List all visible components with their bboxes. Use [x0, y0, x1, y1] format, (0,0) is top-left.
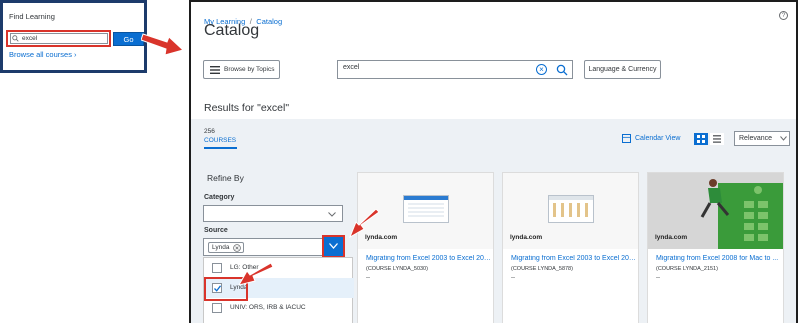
token-remove-icon[interactable] [233, 244, 242, 252]
search-icon [12, 35, 19, 42]
catalog-window: My Learning / Catalog ? Catalog Browse b… [189, 0, 798, 323]
course-title[interactable]: Migrating from Excel 2008 for Mac to ... [656, 255, 781, 262]
results-count: 256 [204, 128, 215, 135]
find-learning-panel: Find Learning excel Go Browse all course… [0, 0, 147, 73]
course-meta: -- [511, 275, 515, 281]
option-label: UNIV: ORS, IRB & IACUC [230, 304, 306, 311]
checkbox-icon[interactable] [212, 263, 222, 273]
sort-value: Relevance [739, 135, 773, 142]
screenshot-thumbnail [548, 195, 594, 223]
tab-courses[interactable]: COURSES [204, 137, 236, 144]
help-icon[interactable]: ? [779, 11, 788, 20]
source-label: Source [204, 227, 228, 234]
catalog-search-input[interactable]: excel × [337, 60, 573, 79]
browse-all-label: Browse all courses [9, 50, 72, 59]
calendar-view-button[interactable]: Calendar View [635, 135, 680, 142]
course-code: (COURSE LYNDA_5030) [366, 266, 428, 272]
search-icon[interactable] [556, 64, 568, 76]
course-card[interactable]: lynda.com Migrating from Excel 2003 to E… [502, 172, 639, 323]
course-meta: -- [366, 275, 370, 281]
results-title: Results for "excel" [204, 102, 290, 114]
source-token-label: Lynda [212, 244, 230, 251]
page-title: Catalog [204, 22, 260, 39]
chevron-right-icon: › [74, 50, 77, 59]
catalog-search-value: excel [343, 64, 360, 71]
language-currency-button[interactable]: Language & Currency [584, 60, 661, 79]
course-title[interactable]: Migrating from Excel 2003 to Excel 2010 [511, 255, 636, 262]
grid-icon [697, 135, 705, 143]
calendar-icon [622, 134, 631, 143]
screenshot-thumbnail [403, 195, 449, 223]
menu-icon [210, 66, 220, 74]
clear-icon[interactable]: × [536, 64, 547, 75]
course-card[interactable]: lynda.com Migrating from Excel 2003 to E… [357, 172, 494, 323]
category-select[interactable] [203, 205, 343, 222]
arrow-annotation [141, 33, 184, 56]
sort-select[interactable]: Relevance [734, 131, 790, 146]
find-search-highlight: excel [6, 30, 111, 47]
course-thumbnail: lynda.com [648, 173, 783, 249]
source-option-lg-other[interactable]: LG: Other [204, 258, 354, 278]
list-view-button[interactable] [710, 133, 724, 145]
lynda-logo: lynda.com [655, 234, 688, 241]
course-thumbnail: lynda.com [503, 173, 638, 249]
browse-by-topics-button[interactable]: Browse by Topics [203, 60, 280, 79]
category-label: Category [204, 194, 235, 201]
browse-topics-label: Browse by Topics [224, 66, 275, 73]
arrow-annotation [237, 263, 274, 286]
breadcrumb-catalog[interactable]: Catalog [256, 17, 282, 26]
course-code: (COURSE LYNDA_5878) [511, 266, 573, 272]
find-search-value: excel [22, 35, 38, 42]
course-card[interactable]: lynda.com Migrating from Excel 2008 for … [647, 172, 784, 323]
checkbox-icon[interactable] [212, 303, 222, 313]
course-meta: -- [656, 275, 660, 281]
chevron-down-icon [328, 212, 336, 217]
grid-view-button[interactable] [694, 133, 708, 145]
list-icon [713, 135, 721, 143]
source-option-univ-ors[interactable]: UNIV: ORS, IRB & IACUC [204, 298, 354, 318]
lynda-logo: lynda.com [510, 234, 543, 241]
source-token: Lynda [208, 242, 245, 253]
arrow-annotation [349, 209, 380, 239]
chevron-down-icon [329, 243, 338, 249]
tab-underline [204, 147, 237, 149]
source-dropdown-button[interactable] [322, 235, 345, 258]
refine-by-title: Refine By [207, 173, 244, 183]
browse-all-courses-link[interactable]: Browse all courses › [9, 50, 77, 59]
find-search-input[interactable]: excel [10, 33, 108, 44]
find-learning-title: Find Learning [9, 12, 55, 21]
chevron-down-icon [780, 136, 787, 141]
course-title[interactable]: Migrating from Excel 2003 to Excel 2007 [366, 255, 491, 262]
course-code: (COURSE LYNDA_2151) [656, 266, 718, 272]
go-button[interactable]: Go [113, 32, 144, 46]
